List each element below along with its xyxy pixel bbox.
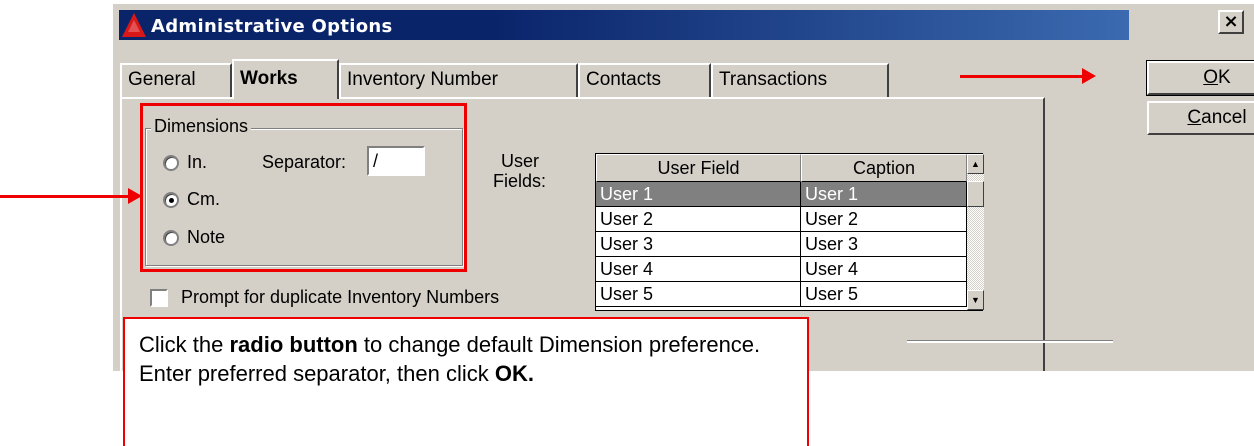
user-fields-grid[interactable]: User Field Caption User 1 User 1 User 2 … bbox=[595, 153, 984, 311]
dimensions-arrow-line bbox=[0, 195, 130, 198]
column-header-user-field[interactable]: User Field bbox=[596, 154, 801, 182]
cell-user-field[interactable]: User 4 bbox=[596, 257, 801, 282]
table-row[interactable]: User 1 User 1 bbox=[596, 182, 982, 207]
arrow-down-icon: ▼ bbox=[971, 295, 980, 305]
close-icon: × bbox=[1223, 11, 1239, 32]
cell-user-field[interactable]: User 5 bbox=[596, 282, 801, 307]
cell-caption[interactable]: User 5 bbox=[801, 282, 967, 307]
scroll-up-button[interactable]: ▲ bbox=[967, 154, 984, 174]
ok-arrow-line bbox=[960, 75, 1084, 78]
title-bar[interactable]: Administrative Options × bbox=[113, 4, 1254, 46]
cell-caption[interactable]: User 1 bbox=[801, 182, 967, 207]
cell-user-field[interactable]: User 3 bbox=[596, 232, 801, 257]
tab-general[interactable]: General bbox=[120, 63, 232, 97]
table-row[interactable]: User 5 User 5 bbox=[596, 282, 982, 307]
prompt-duplicates-checkbox[interactable] bbox=[150, 289, 168, 307]
scroll-thumb[interactable] bbox=[967, 181, 984, 207]
table-row[interactable]: User 2 User 2 bbox=[596, 207, 982, 232]
scroll-down-button[interactable]: ▼ bbox=[967, 290, 984, 310]
tab-transactions[interactable]: Transactions bbox=[711, 63, 889, 97]
prompt-duplicates-label[interactable]: Prompt for duplicate Inventory Numbers bbox=[181, 287, 499, 308]
user-fields-label: User Fields: bbox=[493, 151, 547, 191]
app-logo-icon bbox=[119, 10, 149, 40]
tab-works[interactable]: Works bbox=[232, 59, 339, 99]
table-row[interactable]: User 4 User 4 bbox=[596, 257, 982, 282]
dimensions-arrow-icon bbox=[128, 188, 142, 204]
cell-caption[interactable]: User 3 bbox=[801, 232, 967, 257]
cell-caption[interactable]: User 4 bbox=[801, 257, 967, 282]
cell-user-field[interactable]: User 1 bbox=[596, 182, 801, 207]
close-button[interactable]: × bbox=[1218, 10, 1244, 34]
table-row[interactable]: User 3 User 3 bbox=[596, 232, 982, 257]
cancel-button[interactable]: Cancel bbox=[1147, 101, 1254, 135]
panel-divider bbox=[907, 340, 1113, 343]
cell-caption[interactable]: User 2 bbox=[801, 207, 967, 232]
window-title: Administrative Options bbox=[151, 16, 393, 37]
tab-inventory-number[interactable]: Inventory Number bbox=[339, 63, 578, 97]
instruction-callout: Click the radio button to change default… bbox=[123, 317, 809, 446]
arrow-up-icon: ▲ bbox=[971, 159, 980, 169]
ok-arrow-icon bbox=[1082, 68, 1096, 84]
grid-scrollbar[interactable]: ▲ ▼ bbox=[967, 154, 984, 310]
column-header-caption[interactable]: Caption bbox=[801, 154, 967, 182]
tab-contacts[interactable]: Contacts bbox=[578, 63, 711, 97]
dimensions-highlight-box bbox=[140, 103, 467, 272]
ok-button[interactable]: OK bbox=[1146, 60, 1254, 96]
cell-user-field[interactable]: User 2 bbox=[596, 207, 801, 232]
